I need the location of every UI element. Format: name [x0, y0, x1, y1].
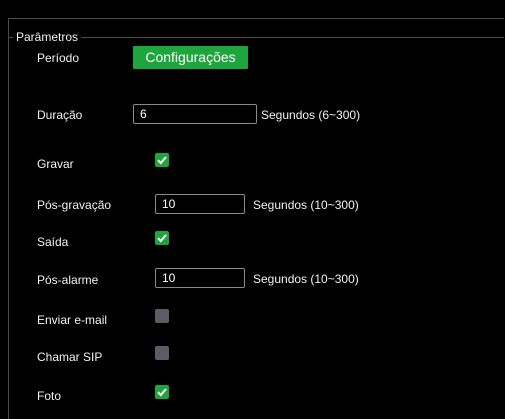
pos-gravacao-input[interactable]: [155, 194, 245, 214]
chamar-sip-checkbox[interactable]: [155, 346, 169, 360]
chamar-sip-label: Chamar SIP: [37, 350, 103, 364]
pos-alarme-input[interactable]: [155, 268, 245, 288]
gravar-label: Gravar: [37, 157, 74, 171]
section-divider: [9, 37, 504, 38]
duracao-label: Duração: [37, 108, 83, 122]
check-icon: [157, 388, 167, 397]
section-title: Parâmetros: [13, 19, 82, 55]
configuracoes-button[interactable]: Configurações: [133, 46, 248, 69]
pos-gravacao-label: Pós-gravação: [37, 198, 112, 212]
saida-label: Saída: [37, 235, 69, 249]
pos-gravacao-hint: Segundos (10~300): [253, 198, 359, 212]
duracao-input[interactable]: [133, 104, 257, 124]
enviar-email-label: Enviar e-mail: [37, 313, 108, 327]
periodo-label: Período: [37, 51, 80, 65]
foto-label: Foto: [37, 389, 62, 403]
check-icon: [157, 234, 167, 243]
saida-checkbox[interactable]: [155, 231, 169, 245]
pos-alarme-label: Pós-alarme: [37, 273, 99, 287]
gravar-checkbox[interactable]: [155, 153, 169, 167]
check-icon: [157, 156, 167, 165]
pos-alarme-hint: Segundos (10~300): [253, 272, 359, 286]
enviar-email-checkbox[interactable]: [155, 309, 169, 323]
foto-checkbox[interactable]: [155, 385, 169, 399]
duracao-hint: Segundos (6~300): [261, 108, 361, 122]
